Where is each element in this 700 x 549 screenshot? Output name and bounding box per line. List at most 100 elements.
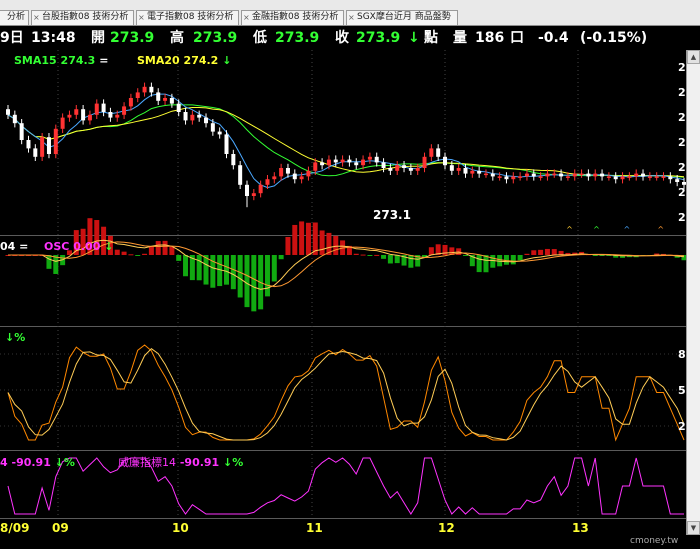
candle-body (190, 114, 195, 121)
candle-body (634, 173, 639, 177)
candle-body (600, 173, 605, 177)
candle-body (511, 176, 516, 180)
candle-body (538, 176, 543, 178)
svg-text:2: 2 (678, 186, 686, 199)
candle-body (606, 176, 611, 178)
down-arrow-icon: ↓ (222, 54, 232, 67)
candle-body (60, 117, 65, 129)
candle-body (497, 176, 502, 178)
scroll-down-icon[interactable]: ▼ (687, 521, 700, 535)
candles (6, 82, 686, 208)
candle-body (156, 92, 161, 101)
candle-body (675, 179, 680, 182)
candle-body (354, 162, 359, 166)
candle-body (559, 173, 564, 177)
sma20-line (7, 107, 685, 178)
candle-body (429, 148, 434, 157)
candle-body (668, 176, 673, 180)
d-path (7, 348, 685, 441)
candle-body (620, 176, 625, 180)
macd-bar (353, 253, 359, 255)
x-tick-label: 13 (572, 521, 589, 535)
macd-bar (162, 240, 168, 255)
candle-body (299, 176, 304, 180)
candle-body (326, 159, 331, 166)
candle-body (613, 176, 618, 180)
svg-text:2: 2 (678, 161, 686, 174)
candle-body (531, 173, 536, 177)
macd-bar (381, 255, 387, 259)
svg-text:2: 2 (678, 86, 686, 99)
candle-body (381, 162, 386, 168)
x-tick-label: 10 (172, 521, 189, 535)
candle-body (586, 173, 591, 177)
candle-body (67, 114, 72, 118)
candle-body (163, 98, 168, 101)
low-annotation: 273.1 (373, 208, 411, 222)
scroll-up-icon[interactable]: ▲ (687, 50, 700, 64)
candle-body (306, 170, 311, 177)
sma-blue-path (7, 93, 685, 189)
kd-guides (0, 353, 686, 427)
svg-text:8: 8 (678, 348, 686, 361)
wr-left-legend: 4 -90.91 ↓% (0, 456, 75, 469)
candle-body (402, 165, 407, 168)
signal-markers: ^ ^ ^ ^ (566, 225, 664, 234)
candle-body (524, 173, 529, 177)
candle-body (258, 184, 263, 194)
candle-body (115, 114, 120, 118)
macd-bar (517, 255, 523, 261)
candle-body (149, 86, 154, 93)
candle-body (627, 176, 632, 178)
candle-body (108, 112, 113, 118)
macd-bar (53, 255, 59, 274)
macd-bar (305, 222, 311, 255)
sma-blue-line (7, 93, 685, 189)
macd-bar (319, 230, 325, 255)
candle-body (422, 156, 427, 168)
candle-body (74, 109, 79, 115)
candle-body (367, 156, 372, 160)
candle-body (183, 112, 188, 121)
candle-body (313, 162, 318, 171)
candle-body (593, 173, 598, 177)
candle-body (292, 173, 297, 180)
macd-bar (128, 254, 134, 256)
macd-bar (292, 224, 298, 255)
svg-text:2: 2 (678, 111, 686, 124)
candle-body (46, 137, 51, 154)
macd-bar (524, 253, 530, 255)
candle-body (231, 154, 236, 166)
macd-bar (203, 255, 209, 285)
candle-body (285, 168, 290, 174)
candle-body (176, 103, 181, 112)
kd-lines (7, 344, 685, 442)
sma15-legend: SMA15 274.3 = (14, 54, 109, 67)
candle-body (641, 173, 646, 177)
macd-bar (462, 255, 468, 256)
vertical-scrollbar[interactable]: ▲ ▼ (686, 50, 700, 535)
macd-bar (544, 248, 550, 255)
macd-bar (408, 255, 414, 268)
candle-body (244, 184, 249, 196)
macd-bar (264, 255, 270, 297)
macd-bar (333, 235, 339, 255)
signal-marker-icon: ^ (566, 225, 573, 234)
sma20-legend: SMA20 274.2 ↓ (137, 54, 232, 67)
signal-marker-icon: ^ (624, 225, 631, 234)
candle-body (169, 98, 174, 104)
x-tick-label: 09 (52, 521, 69, 535)
candle-body (374, 156, 379, 163)
candle-body (135, 92, 140, 98)
candle-body (53, 128, 58, 154)
candle-body (552, 173, 557, 176)
svg-text:2: 2 (678, 136, 686, 149)
candle-body (197, 114, 202, 118)
candle-body (579, 173, 584, 176)
day-grid (57, 50, 579, 518)
svg-text:2: 2 (678, 211, 686, 224)
macd-bar (224, 255, 230, 285)
candle-body (504, 176, 509, 180)
candle-body (81, 109, 86, 121)
macd-bar (387, 255, 393, 264)
